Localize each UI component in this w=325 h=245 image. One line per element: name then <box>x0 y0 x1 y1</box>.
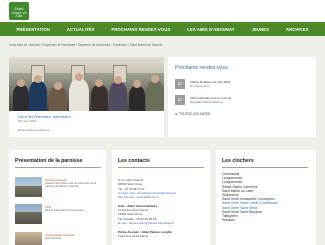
event-link[interactable]: Toussaint Saint Indiviv le <box>190 100 223 104</box>
photo-head <box>95 79 103 87</box>
featured-article[interactable]: Vivre les Rameaux autrement 28 mars 2021… <box>9 57 164 137</box>
divider <box>222 167 308 168</box>
photo-head <box>54 82 62 90</box>
photo-person <box>146 81 164 111</box>
photo-person <box>129 86 145 111</box>
presentation-item-desc: Équipe d'animation de la paroisse <box>45 209 84 212</box>
event-day-badge: 27 <box>175 95 185 105</box>
nav-prochains-rendez-vous[interactable]: PROCHAINS RENDEZ-VOUS <box>111 27 170 32</box>
photo-person <box>29 81 47 111</box>
presentation-item[interactable]: Communauté religieuse de la paroisse <box>15 232 103 245</box>
event-item[interactable]: 27 Offre pastorale pour le mois de Touss… <box>175 95 305 106</box>
events-title: Prochains rendez-vous <box>175 65 229 71</box>
presentation-item-desc: de la paroisse <box>45 237 62 240</box>
contact-link[interactable]: Site internet : www.aafcomer.fr <box>118 195 159 199</box>
photo-person <box>109 82 127 111</box>
nav-archives[interactable]: ARCHIVES <box>286 27 308 32</box>
contacts-panel: Les contacts 8 rue Henri Dupuis 62500 Sai… <box>112 150 210 245</box>
presentation-thumbnail[interactable] <box>15 232 42 245</box>
event-day-badge: 27 <box>175 79 185 89</box>
bells-panel: Les clochers Clairmarais Longuenesse Longu… <box>216 150 316 245</box>
presentation-title: Présentation de la paroisse <box>15 158 83 164</box>
photo-person <box>49 87 67 111</box>
presentation-thumbnail[interactable] <box>15 177 42 197</box>
site-logo[interactable]: Saint Omer et l'Aa <box>9 2 29 20</box>
featured-date: 28 mars 2021 <box>18 119 37 123</box>
featured-photo[interactable] <box>9 57 164 111</box>
nav-amis-abonnay[interactable]: LES AMIS D'ABONNAY <box>187 27 234 32</box>
photo-head <box>34 75 42 83</box>
nav-jeunes[interactable]: JEUNES <box>252 27 269 32</box>
contact-link[interactable]: E-mail : laurent.boutry@arras.catholique… <box>118 221 174 225</box>
site-header: Saint Omer et l'Aa <box>0 0 325 22</box>
presentation-thumbnail[interactable] <box>15 204 42 224</box>
contacts-title: Les contacts <box>118 158 150 164</box>
photo-head <box>151 75 159 83</box>
photo-person <box>13 85 29 111</box>
photo-head <box>17 79 25 87</box>
contact-line: 13 Enclos Notre-Dame <box>118 233 149 238</box>
all-dates-link[interactable]: ► TOUTES LES DATES <box>175 112 210 116</box>
photo-person <box>91 85 108 111</box>
photo-head <box>75 73 83 81</box>
divider <box>15 167 101 168</box>
presentation-panel: Présentation de la paroisse Accueil paro… <box>9 150 106 245</box>
bell-item[interactable]: Wisques <box>222 218 235 222</box>
event-item[interactable]: 27 Offices Religieux de Juin 2021 En sav… <box>175 79 305 90</box>
nav-presentation[interactable]: PRÉSENTATION <box>17 27 50 32</box>
presentation-item-desc: Horaires des Offices des permanences de … <box>45 182 97 189</box>
nav-actualites[interactable]: ACTUALITÉS <box>67 27 95 32</box>
logo-text: Saint Omer et l'Aa <box>11 7 27 19</box>
breadcrumb[interactable]: Vous êtes ici : Accueil › Doyennés et Pa… <box>9 43 162 47</box>
photo-person <box>69 79 89 111</box>
photo-head <box>114 76 122 84</box>
presentation-item[interactable]: CLIP Équipe d'animation de la paroisse <box>15 204 103 224</box>
presentation-item[interactable]: Accueil paroissial Horaires des Offices … <box>15 177 103 197</box>
events-panel: Prochains rendez-vous 27 Offices Religie… <box>168 57 316 137</box>
bells-title: Les clochers <box>222 158 254 164</box>
event-link[interactable]: En savoir plus <box>190 84 209 88</box>
main-nav: PRÉSENTATION ACTUALITÉS PROCHAINS RENDEZ… <box>0 22 325 36</box>
featured-tag[interactable]: Relais Sainte-Catherine <box>18 128 50 132</box>
photo-head <box>133 80 141 88</box>
divider <box>118 167 204 168</box>
